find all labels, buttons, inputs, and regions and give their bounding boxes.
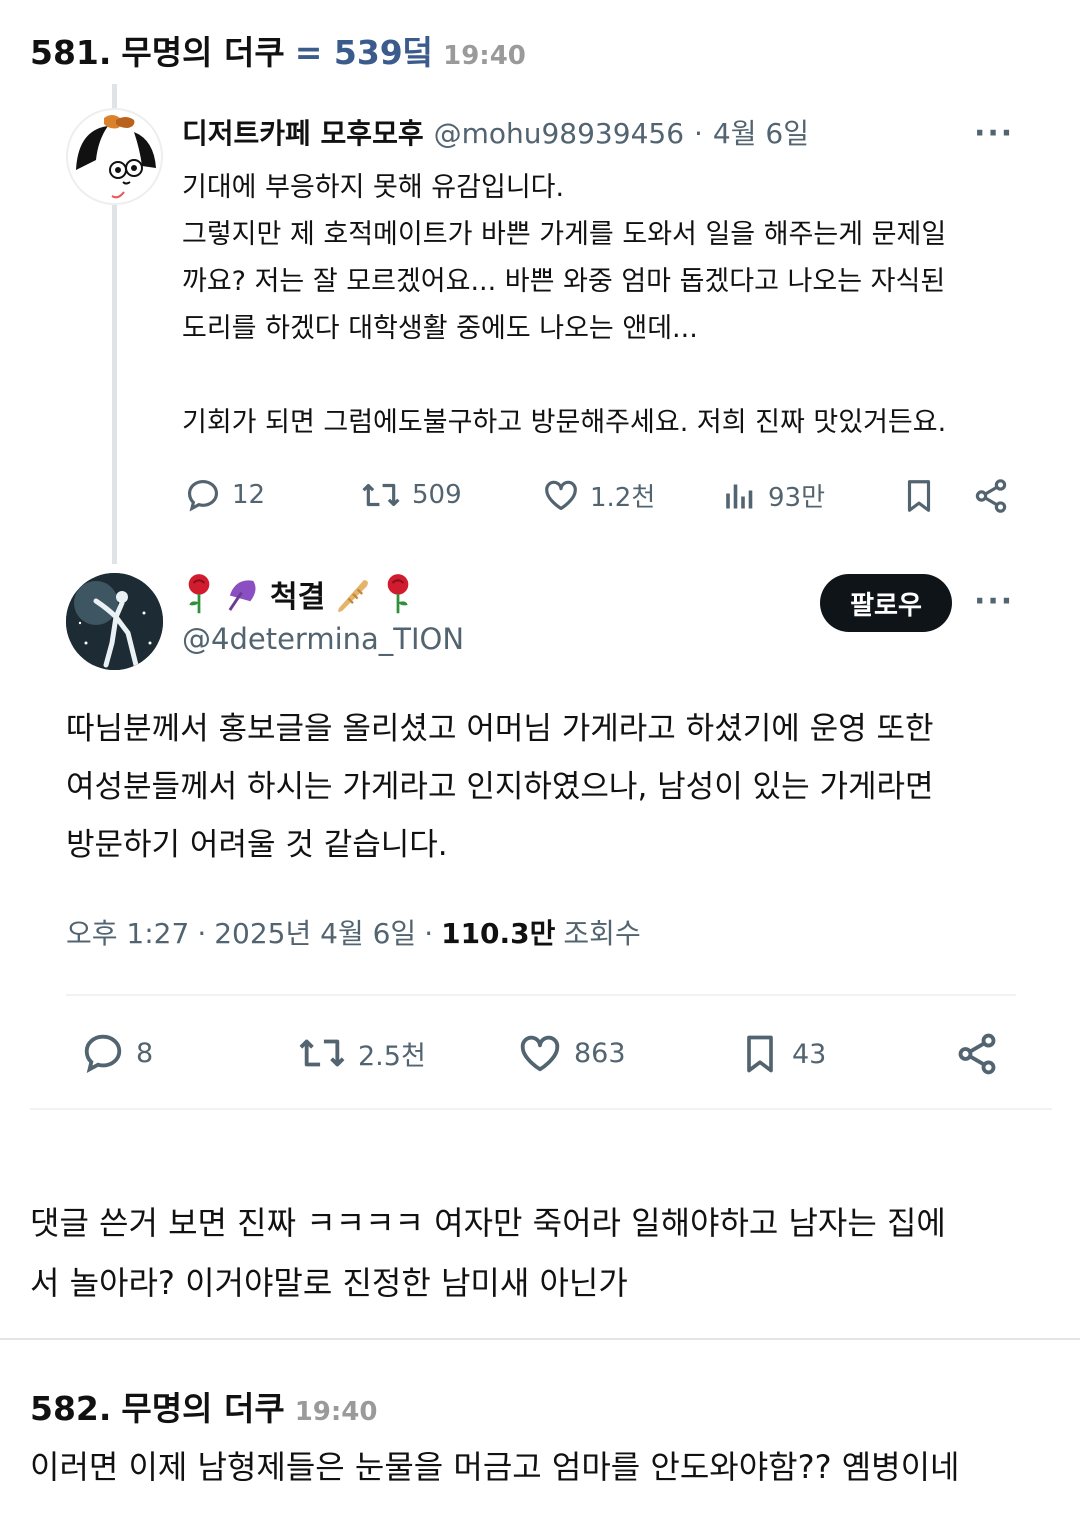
umbrella-icon bbox=[228, 580, 256, 611]
separator-dot: · bbox=[424, 917, 434, 950]
views-count: 93만 bbox=[768, 482, 826, 513]
like-count: 1.2천 bbox=[590, 482, 656, 513]
more-options-icon[interactable]: ··· bbox=[974, 584, 1014, 619]
comment-line: 댓글 쓴거 보면 진짜 ㅋㅋㅋㅋ 여자만 죽어라 일해야하고 남자는 집에 bbox=[30, 1204, 946, 1242]
views-icon bbox=[726, 484, 753, 509]
retweet-icon bbox=[299, 1039, 345, 1067]
tweet-meta: 오후 1:27 · 2025년 4월 6일 · 110.3만 조회수 bbox=[66, 912, 641, 952]
like-icon bbox=[545, 480, 577, 511]
reply-icon bbox=[84, 1034, 122, 1074]
bookmark-icon bbox=[747, 1035, 773, 1073]
bookmark-count: 43 bbox=[792, 1038, 827, 1070]
tweet-text: 따님분께서 홍보글을 올리셨고 어머님 가게라고 하셨기에 운영 또한 여성분들… bbox=[66, 700, 1026, 874]
dancer-avatar-icon bbox=[66, 573, 163, 670]
bread-icon bbox=[338, 580, 369, 612]
retweet-button[interactable]: 509 bbox=[360, 476, 462, 514]
more-options-icon[interactable]: ··· bbox=[974, 116, 1014, 151]
bookmark-icon bbox=[907, 480, 931, 512]
like-button[interactable]: 863 bbox=[516, 1030, 626, 1076]
post-number: 581. bbox=[30, 33, 112, 72]
views-button[interactable]: 93만 bbox=[722, 476, 825, 514]
rose-icon bbox=[188, 574, 210, 614]
post-header: 581. 무명의 더쿠 = 539덬 19:40 bbox=[30, 26, 526, 74]
divider bbox=[66, 994, 1016, 996]
post-separator bbox=[0, 1338, 1080, 1340]
display-name[interactable]: 척결 bbox=[182, 572, 415, 616]
bookmark-button[interactable] bbox=[900, 476, 938, 516]
post-author[interactable]: 무명의 더쿠 bbox=[121, 26, 284, 74]
user-handle[interactable]: @4determina_TION bbox=[182, 622, 464, 656]
display-name[interactable]: 디저트카페 모후모후 bbox=[182, 112, 424, 152]
view-count: 110.3만 bbox=[441, 917, 556, 950]
share-icon bbox=[958, 1033, 996, 1075]
reply-count: 12 bbox=[232, 480, 266, 510]
tweet-line: 그렇지만 제 호적메이트가 바쁜 가게를 도와서 일을 해주는게 문제일 bbox=[182, 219, 947, 250]
share-button[interactable] bbox=[954, 1030, 1000, 1078]
post-author[interactable]: 무명의 더쿠 bbox=[121, 1382, 284, 1430]
reply-icon bbox=[187, 479, 219, 512]
share-button[interactable] bbox=[972, 476, 1010, 516]
reply-button[interactable]: 12 bbox=[184, 476, 265, 514]
tweet-date[interactable]: 2025년 4월 6일 bbox=[214, 912, 416, 952]
post-header: 582. 무명의 더쿠 19:40 bbox=[30, 1382, 377, 1430]
avatar[interactable] bbox=[66, 108, 163, 205]
post-comment-text: 이러면 이제 남형제들은 눈물을 머금고 엄마를 안도와야함?? 옘병이네 bbox=[30, 1448, 960, 1486]
bookmark-button[interactable]: 43 bbox=[738, 1030, 826, 1078]
view-count-label: 조회수 bbox=[563, 917, 641, 950]
retweet-button[interactable]: 2.5천 bbox=[296, 1030, 426, 1076]
divider bbox=[30, 1108, 1052, 1110]
user-handle[interactable]: @mohu98939456 bbox=[434, 117, 684, 150]
tweet-line: 기회가 되면 그럼에도불구하고 방문해주세요. 저희 진짜 맛있거든요. bbox=[182, 407, 947, 438]
comment-line: 서 놀아라? 이거야말로 진정한 남미새 아닌가 bbox=[30, 1264, 628, 1302]
cat-avatar-icon bbox=[74, 115, 158, 203]
tweet-date[interactable]: 4월 6일 bbox=[713, 112, 809, 152]
reply-count: 8 bbox=[136, 1037, 154, 1069]
post-reference-link[interactable]: = 539덬 bbox=[295, 26, 433, 74]
rose-icon bbox=[387, 574, 409, 614]
like-button[interactable]: 1.2천 bbox=[542, 476, 655, 514]
like-icon bbox=[520, 1035, 560, 1072]
avatar[interactable] bbox=[66, 573, 163, 670]
like-count: 863 bbox=[574, 1037, 626, 1069]
post-number: 582. bbox=[30, 1389, 112, 1428]
retweet-icon bbox=[362, 483, 400, 507]
retweet-count: 2.5천 bbox=[358, 1040, 426, 1072]
retweet-count: 509 bbox=[412, 480, 462, 510]
tweet-line: 방문하기 어려울 것 같습니다. bbox=[66, 827, 448, 863]
post-time: 19:40 bbox=[294, 1397, 378, 1427]
tweet-text: 기대에 부응하지 못해 유감입니다. 그렇지만 제 호적메이트가 바쁜 가게를 … bbox=[182, 164, 1022, 446]
share-icon bbox=[975, 479, 1007, 513]
post-comment-text: 댓글 쓴거 보면 진짜 ㅋㅋㅋㅋ 여자만 죽어라 일해야하고 남자는 집에 서 … bbox=[30, 1193, 1060, 1313]
tweet-line: 따님분께서 홍보글을 올리셨고 어머님 가게라고 하셨기에 운영 또한 bbox=[66, 711, 934, 747]
post-time: 19:40 bbox=[443, 41, 526, 71]
separator-dot: · bbox=[694, 117, 703, 150]
tweet-line: 도리를 하겠다 대학생활 중에도 나오는 앤데... bbox=[182, 313, 698, 344]
tweet-line: 까요? 저는 잘 모르겠어요... 바쁜 와중 엄마 돕겠다고 나오는 자식된 bbox=[182, 266, 946, 297]
tweet-line bbox=[182, 352, 1022, 399]
tweet-time[interactable]: 오후 1:27 bbox=[66, 912, 189, 952]
display-name-text: 척결 bbox=[270, 580, 326, 615]
separator-dot: · bbox=[197, 917, 207, 950]
reply-button[interactable]: 8 bbox=[80, 1030, 153, 1076]
tweet-header: 디저트카페 모후모후 @mohu98939456 · 4월 6일 bbox=[182, 112, 809, 152]
tweet-line: 여성분들께서 하시는 가게라고 인지하였으나, 남성이 있는 가게라면 bbox=[66, 769, 934, 805]
tweet-line: 기대에 부응하지 못해 유감입니다. bbox=[182, 172, 565, 203]
follow-button[interactable]: 팔로우 bbox=[820, 574, 952, 632]
